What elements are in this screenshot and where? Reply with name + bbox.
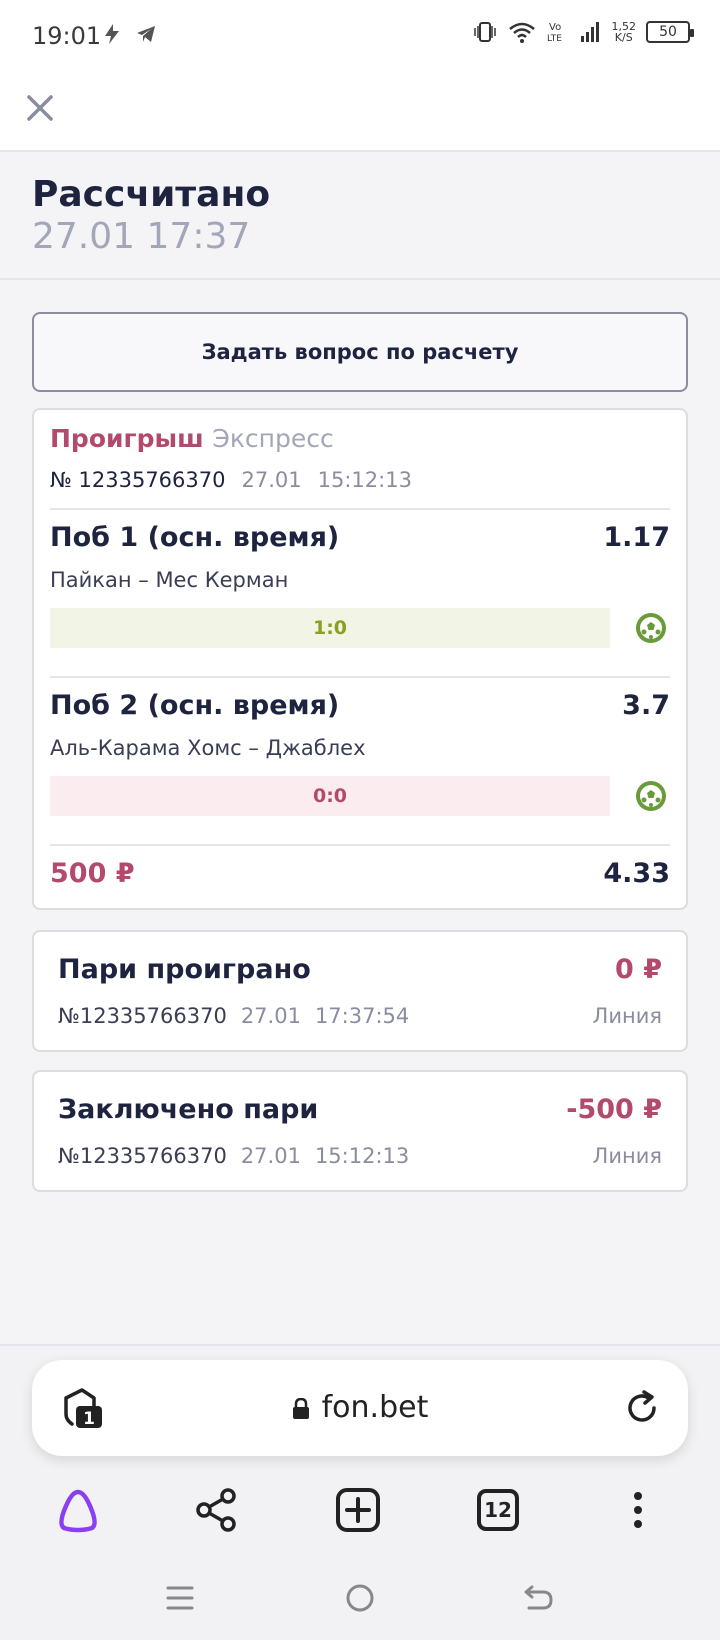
event-title: Поб 1 (осн. время) <box>50 522 340 553</box>
event-teams: Аль-Карама Хомс – Джаблех <box>50 736 366 760</box>
event-odds: 3.7 <box>622 690 670 721</box>
battery-icon: 50 <box>646 21 694 43</box>
wifi-icon <box>508 22 535 43</box>
transaction-amount: -500 ₽ <box>566 1094 662 1125</box>
close-button[interactable] <box>22 90 58 126</box>
circle-icon <box>346 1584 374 1612</box>
transaction-title: Пари проиграно <box>58 954 311 985</box>
transaction-time: 15:12:13 <box>314 1144 410 1168</box>
bet-stake: 500 ₽ <box>50 858 135 889</box>
url-text: fon.bet <box>321 1390 429 1425</box>
transaction-title: Заключено пари <box>58 1094 319 1125</box>
signal-icon <box>580 22 599 42</box>
tabs-button[interactable]: 12 <box>472 1484 524 1536</box>
close-icon <box>27 95 53 121</box>
plus-square-icon <box>336 1488 380 1532</box>
back-arrow-icon <box>524 1585 553 1610</box>
transaction-meta: №12335766370 27.01 17:37:54 <box>58 1004 409 1028</box>
bet-kind: Экспресс <box>212 424 334 453</box>
transaction-card: Заключено пари -500 ₽ №12335766370 27.01 1… <box>32 1070 688 1192</box>
football-icon <box>636 781 666 811</box>
status-bar: 19:01 Vo LTE 1,52 K/S 50 <box>0 0 720 72</box>
bet-type: Проигрыш Экспресс <box>50 424 334 453</box>
football-icon <box>636 613 666 643</box>
reload-icon[interactable] <box>622 1388 662 1428</box>
total-odds: 4.33 <box>603 858 670 889</box>
transaction-date: 27.01 <box>240 1004 301 1028</box>
bolt-notification-icon <box>105 24 119 44</box>
notification-icons <box>100 22 158 46</box>
top-bar <box>0 72 720 152</box>
bet-number: № 12335766370 <box>50 468 226 492</box>
bet-date: 27.01 <box>241 468 302 492</box>
event-title: Поб 2 (осн. время) <box>50 690 340 721</box>
ask-question-button[interactable]: Задать вопрос по расчету <box>32 312 688 392</box>
settlement-status: Рассчитано 27.01 17:37 <box>0 152 720 280</box>
transaction-meta: №12335766370 27.01 15:12:13 <box>58 1144 409 1168</box>
status-title: Рассчитано <box>32 174 271 215</box>
alice-icon <box>59 1489 97 1533</box>
transaction-source: Линия <box>592 1004 662 1028</box>
telegram-icon <box>137 26 155 42</box>
svg-text:Vo: Vo <box>549 22 561 33</box>
system-indicators: Vo LTE 1,52 K/S 50 <box>472 20 694 44</box>
system-navigation-bar <box>0 1570 720 1630</box>
status-date: 27.01 17:37 <box>32 216 251 257</box>
transaction-card: Пари проиграно 0 ₽ №12335766370 27.01 17:3… <box>32 930 688 1052</box>
svg-text:LTE: LTE <box>547 34 562 44</box>
transaction-time: 17:37:54 <box>314 1004 410 1028</box>
share-icon <box>196 1488 236 1532</box>
network-speed-unit: K/S <box>614 31 633 44</box>
address-bar[interactable]: 1 fon.bet <box>32 1360 688 1456</box>
divider <box>50 508 670 510</box>
bet-number-row: № 12335766370 27.01 15:12:13 <box>50 468 412 492</box>
browser-bottom-bar: 12 <box>0 1484 720 1544</box>
bet-result: Проигрыш <box>50 424 204 453</box>
share-button[interactable] <box>190 1484 242 1536</box>
volte-icon: VoLTE <box>547 22 562 44</box>
transaction-source: Линия <box>592 1144 662 1168</box>
event-odds: 1.17 <box>603 522 670 553</box>
home-button[interactable] <box>338 1576 382 1620</box>
more-vertical-icon <box>634 1492 642 1528</box>
transaction-amount: 0 ₽ <box>615 954 662 985</box>
divider <box>50 844 670 846</box>
clock: 19:01 <box>32 22 102 50</box>
tabs-count: 12 <box>477 1489 519 1531</box>
vibrate-icon <box>473 22 496 42</box>
url-display[interactable]: fon.bet <box>32 1390 688 1425</box>
menu-button[interactable] <box>612 1484 664 1536</box>
alice-button[interactable] <box>52 1484 104 1536</box>
event-score: 0:0 <box>50 776 610 816</box>
network-speed: 1,52 K/S <box>612 21 637 43</box>
recent-apps-button[interactable] <box>158 1576 202 1620</box>
event-teams: Пайкан – Мес Керман <box>50 568 289 592</box>
bet-time: 15:12:13 <box>317 468 412 492</box>
event-score: 1:0 <box>50 608 610 648</box>
transaction-number: №12335766370 <box>58 1004 227 1028</box>
divider <box>50 676 670 678</box>
transaction-number: №12335766370 <box>58 1144 227 1168</box>
transaction-date: 27.01 <box>240 1144 301 1168</box>
lock-icon <box>292 1397 309 1419</box>
menu-lines-icon <box>166 1586 194 1610</box>
bet-card: Проигрыш Экспресс № 12335766370 27.01 15:1… <box>32 408 688 910</box>
new-tab-button[interactable] <box>332 1484 384 1536</box>
back-button[interactable] <box>516 1576 560 1620</box>
